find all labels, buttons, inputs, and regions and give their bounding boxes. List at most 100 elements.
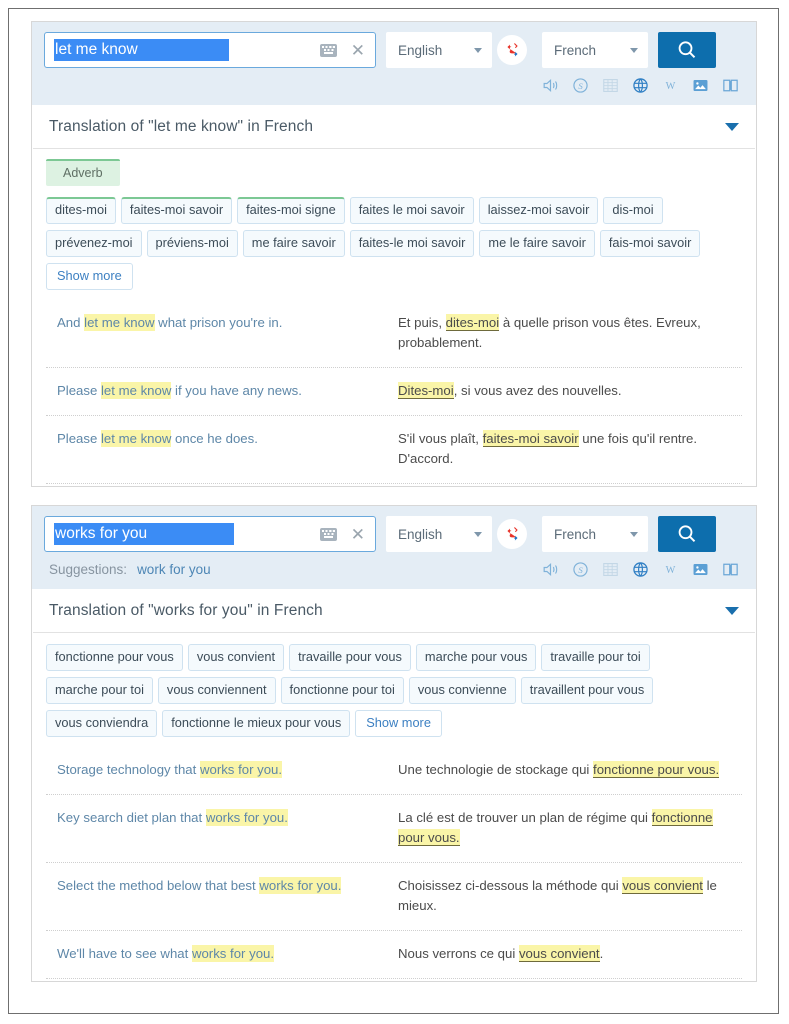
translation-chips: fonctionne pour vous vous convient travail…: [32, 633, 756, 749]
wikipedia-icon[interactable]: W: [661, 560, 680, 579]
translation-section-header[interactable]: Translation of "works for you" in French: [33, 589, 755, 633]
search-row: let me know ✕ English French: [44, 32, 744, 68]
virtual-keyboard-icon[interactable]: [319, 43, 337, 57]
target-language-select[interactable]: French: [542, 516, 648, 552]
source-language-select[interactable]: English: [386, 516, 492, 552]
search-button[interactable]: [658, 32, 716, 68]
translation-chip[interactable]: me faire savoir: [242, 230, 345, 257]
translation-chip[interactable]: prévenez-moi: [46, 230, 142, 257]
translation-chip[interactable]: travaille pour toi: [541, 644, 650, 671]
translation-chip[interactable]: marche pour toi: [46, 677, 153, 704]
example-row: Please let me know once he does. S'il vou…: [46, 415, 742, 484]
translation-chip[interactable]: faites-moi savoir: [120, 197, 233, 224]
translation-chip[interactable]: vous convient: [187, 644, 285, 671]
translation-chip[interactable]: fonctionne pour toi: [280, 677, 404, 704]
example-row: We'll have to see what works for you. Nou…: [46, 930, 742, 979]
images-icon-wrap[interactable]: [691, 76, 710, 95]
show-more-button[interactable]: Show more: [46, 263, 133, 290]
results-container: let me know ✕ English French S W Translation o…: [31, 21, 757, 1011]
translation-chip[interactable]: faites le moi savoir: [349, 197, 474, 224]
search-button[interactable]: [658, 516, 716, 552]
clear-input-icon[interactable]: ✕: [349, 42, 367, 59]
search-input-value: let me know: [54, 39, 230, 61]
search-input[interactable]: let me know ✕: [44, 32, 376, 68]
pronounce-icon-wrap[interactable]: [541, 560, 560, 579]
wikipedia-icon-wrap[interactable]: W: [661, 76, 680, 95]
example-row: Key search diet plan that works for you.…: [46, 794, 742, 862]
chevron-down-icon: [630, 531, 638, 537]
svg-text:S: S: [578, 80, 583, 90]
source-highlight: works for you.: [199, 761, 283, 778]
translation-chip[interactable]: vous conviendra: [46, 710, 158, 737]
example-source: Please let me know if you have any news.: [57, 382, 302, 399]
translation-chip[interactable]: laissez-moi savoir: [478, 197, 599, 224]
chevron-down-icon[interactable]: [725, 607, 739, 615]
example-target: Dites-moi, si vous avez des nouvelles.: [398, 382, 622, 399]
target-language-select[interactable]: French: [542, 32, 648, 68]
synonyms-icon[interactable]: S: [571, 76, 590, 95]
images-icon[interactable]: [691, 76, 710, 95]
search-icon: [678, 525, 696, 543]
translation-chip[interactable]: travaille pour vous: [289, 644, 411, 671]
section-title: Translation of "let me know" in French: [49, 118, 314, 135]
dictionary-book-icon[interactable]: [721, 76, 740, 95]
translation-chip[interactable]: vous conviennent: [157, 677, 276, 704]
translation-chip[interactable]: préviens-moi: [146, 230, 238, 257]
translation-chip[interactable]: vous convienne: [408, 677, 516, 704]
search-area: works for you ✕ English French Suggestions: w…: [32, 506, 756, 589]
search-sub-row: SW: [44, 71, 744, 99]
translation-chip[interactable]: fonctionne pour vous: [46, 644, 183, 671]
translation-chip[interactable]: dites-moi: [46, 197, 116, 224]
search-input[interactable]: works for you ✕: [44, 516, 376, 552]
translation-chip[interactable]: me le faire savoir: [479, 230, 595, 257]
conjugation-grid-icon-wrap[interactable]: [601, 76, 620, 95]
svg-text:W: W: [666, 565, 676, 576]
conjugation-grid-icon[interactable]: [601, 560, 620, 579]
synonyms-icon-wrap[interactable]: S: [571, 76, 590, 95]
images-icon[interactable]: [691, 560, 710, 579]
translation-chip[interactable]: dis-moi: [603, 197, 663, 224]
example-list: Storage technology that works for you. Un…: [32, 749, 756, 981]
dictionary-book-icon[interactable]: [721, 560, 740, 579]
chevron-down-icon[interactable]: [725, 123, 739, 131]
dictionary-book-icon-wrap[interactable]: [721, 76, 740, 95]
web-globe-icon[interactable]: [631, 76, 650, 95]
dictionary-book-icon-wrap[interactable]: [721, 560, 740, 579]
images-icon-wrap[interactable]: [691, 560, 710, 579]
example-row: Select the method below that best works …: [46, 862, 742, 930]
synonyms-icon[interactable]: S: [571, 560, 590, 579]
example-source: Storage technology that works for you.: [57, 761, 283, 778]
pronounce-icon-wrap[interactable]: [541, 76, 560, 95]
translation-chip[interactable]: fonctionne le mieux pour vous: [162, 710, 351, 737]
source-highlight: works for you.: [259, 877, 342, 894]
web-globe-icon-wrap[interactable]: [631, 76, 650, 95]
synonyms-icon-wrap[interactable]: S: [571, 560, 590, 579]
pronounce-icon[interactable]: [541, 76, 560, 95]
swap-languages-button[interactable]: [497, 519, 527, 549]
target-highlight: dites-moi: [445, 314, 500, 331]
virtual-keyboard-icon[interactable]: [319, 527, 337, 541]
wikipedia-icon-wrap[interactable]: W: [661, 560, 680, 579]
conjugation-grid-icon-wrap[interactable]: [601, 560, 620, 579]
example-source: Key search diet plan that works for you.: [57, 809, 288, 826]
chevron-down-icon: [630, 47, 638, 53]
conjugation-grid-icon[interactable]: [601, 76, 620, 95]
clear-input-icon[interactable]: ✕: [349, 526, 367, 543]
pronounce-icon[interactable]: [541, 560, 560, 579]
translation-chip[interactable]: faites-moi signe: [237, 197, 345, 224]
translation-chip[interactable]: fais-moi savoir: [599, 230, 701, 257]
wikipedia-icon[interactable]: W: [661, 76, 680, 95]
translation-chip[interactable]: travaillent pour vous: [520, 677, 654, 704]
web-globe-icon[interactable]: [631, 560, 650, 579]
translation-section-header[interactable]: Translation of "let me know" in French: [33, 105, 755, 149]
pos-badge[interactable]: Adverb: [46, 159, 120, 186]
swap-languages-button[interactable]: [497, 35, 527, 65]
translation-chip[interactable]: faites-le moi savoir: [349, 230, 475, 257]
target-highlight: faites-moi savoir: [482, 430, 579, 447]
keyboard-keys: [321, 46, 335, 51]
show-more-button[interactable]: Show more: [355, 710, 442, 737]
source-language-select[interactable]: English: [386, 32, 492, 68]
translation-chip[interactable]: marche pour vous: [415, 644, 537, 671]
web-globe-icon-wrap[interactable]: [631, 560, 650, 579]
suggestion-link[interactable]: work for you: [137, 562, 211, 577]
